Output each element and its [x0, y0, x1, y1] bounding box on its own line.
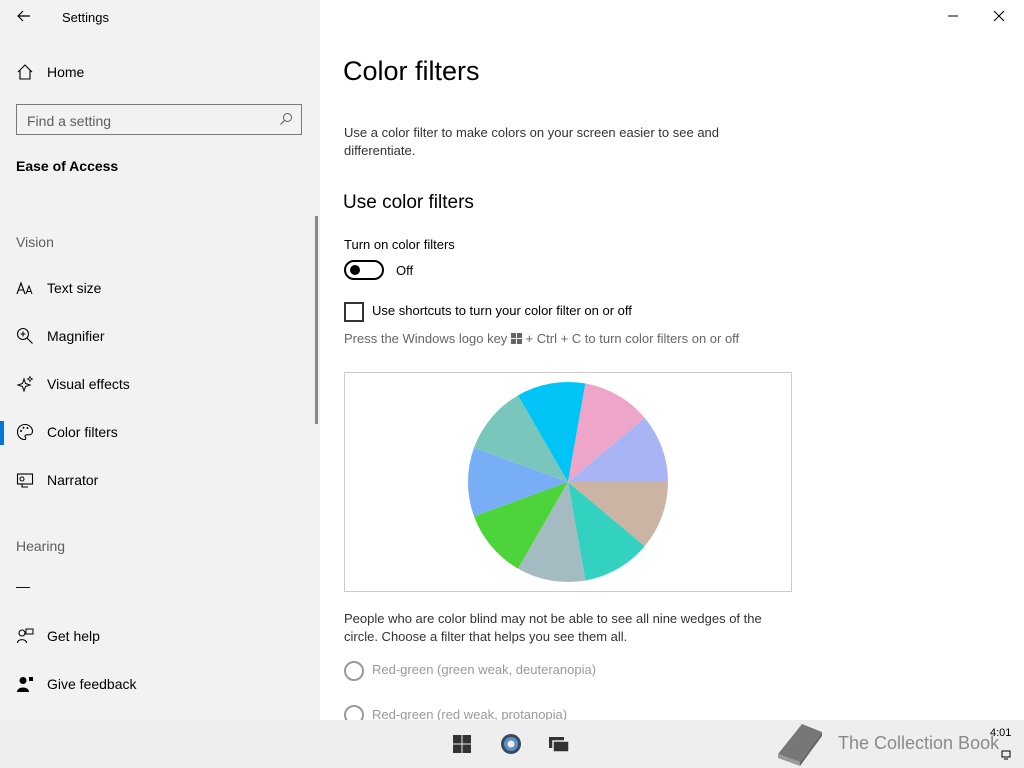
close-button[interactable]	[976, 0, 1022, 32]
hearing-section-header: Hearing	[16, 538, 66, 554]
clock[interactable]: 4:01	[990, 727, 1011, 739]
shortcut-hint-suffix: + Ctrl + C to turn color filters on or o…	[525, 331, 740, 346]
sidebar: Settings Home Find a setting Ease of Acc…	[0, 0, 320, 720]
palette-icon	[16, 423, 34, 441]
shortcut-hint: Press the Windows logo key + Ctrl + C to…	[344, 331, 739, 346]
sidebar-item-label: Home	[47, 64, 85, 80]
sidebar-item-home[interactable]: Home	[0, 53, 320, 93]
sidebar-item-label: Magnifier	[47, 328, 105, 344]
color-filter-preview	[344, 372, 792, 592]
checkbox-label: Use shortcuts to turn your color filter …	[372, 303, 632, 318]
get-help-label: Get help	[47, 628, 100, 644]
sidebar-item-label: Visual effects	[47, 376, 130, 392]
back-arrow-icon	[17, 10, 30, 22]
sidebar-item-visual-effects[interactable]: Visual effects	[0, 365, 320, 405]
sidebar-item-label: Color filters	[47, 424, 118, 440]
windows-icon	[453, 735, 471, 753]
toggle-state: Off	[396, 263, 414, 278]
color-filters-toggle[interactable]	[344, 260, 384, 280]
narrator-icon	[16, 473, 34, 488]
color-wheel-image	[468, 382, 668, 582]
toggle-label: Turn on color filters	[344, 237, 455, 252]
sidebar-item-label: Narrator	[47, 472, 99, 488]
sidebar-item-magnifier[interactable]: Magnifier	[0, 317, 320, 357]
notification-icon[interactable]	[1001, 750, 1011, 760]
taskbar: The Collection Book 4:01	[0, 720, 1024, 768]
task-view-button[interactable]	[547, 732, 571, 756]
magnifier-icon	[16, 327, 33, 344]
get-help-link[interactable]: Get help	[0, 617, 320, 657]
visual-effects-icon	[16, 375, 34, 393]
sidebar-item-text-size[interactable]: Text size	[0, 269, 320, 309]
give-feedback-label: Give feedback	[47, 676, 137, 692]
search-icon	[280, 113, 292, 125]
book-logo-icon	[778, 724, 822, 766]
home-icon	[17, 64, 33, 80]
sidebar-item-narrator[interactable]: Narrator	[0, 461, 320, 501]
radio-deuteranopia[interactable]	[344, 661, 364, 681]
category-heading: Ease of Access	[16, 158, 119, 174]
help-icon	[16, 628, 34, 644]
settings-taskbar-button[interactable]	[498, 731, 524, 757]
vision-section-header: Vision	[16, 234, 54, 250]
close-icon	[993, 10, 1005, 22]
color-blind-explanation: People who are color blind may not be ab…	[344, 611, 762, 644]
toggle-knob	[350, 265, 360, 275]
watermark-text: The Collection Book	[838, 733, 1000, 753]
sidebar-scrollbar[interactable]	[315, 216, 318, 424]
start-button[interactable]	[450, 732, 474, 756]
text-size-icon	[16, 281, 33, 295]
page-description: Use a color filter to make colors on you…	[344, 125, 720, 158]
shortcut-checkbox[interactable]	[344, 302, 364, 322]
window-title: Settings	[62, 10, 109, 25]
page-title: Color filters	[343, 56, 480, 86]
search-placeholder: Find a setting	[27, 113, 112, 129]
selection-indicator	[0, 421, 4, 445]
search-input[interactable]: Find a setting	[16, 104, 302, 135]
radio-label-deuteranopia: Red-green (green weak, deuteranopia)	[372, 662, 597, 677]
task-view-icon	[549, 737, 570, 753]
minimize-button[interactable]	[930, 0, 976, 32]
section-title: Use color filters	[343, 192, 474, 213]
gear-icon	[501, 734, 521, 754]
sidebar-item-label: Text size	[47, 280, 102, 296]
minimize-icon	[948, 15, 958, 17]
windows-logo-icon	[510, 333, 522, 344]
feedback-icon	[17, 677, 33, 692]
back-button[interactable]	[10, 4, 38, 28]
hearing-item[interactable]: —	[16, 578, 30, 594]
shortcut-hint-prefix: Press the Windows logo key	[344, 331, 508, 346]
sidebar-item-color-filters[interactable]: Color filters	[0, 413, 320, 453]
give-feedback-link[interactable]: Give feedback	[0, 665, 320, 705]
